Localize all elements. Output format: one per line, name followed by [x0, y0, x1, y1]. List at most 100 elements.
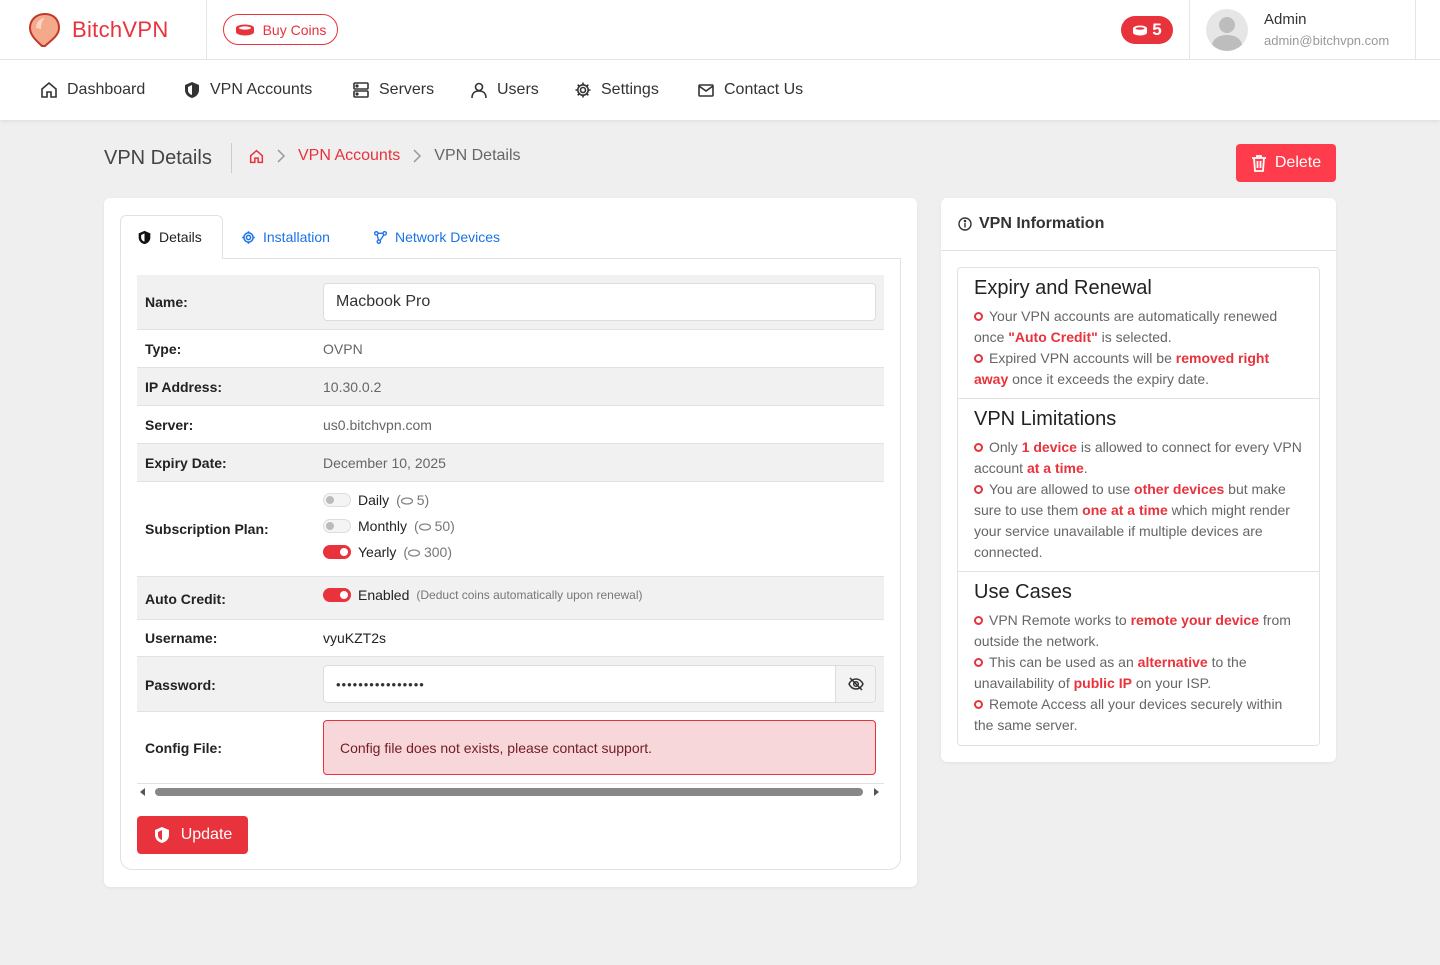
- plan-monthly-toggle[interactable]: [323, 519, 351, 533]
- info-item: You are allowed to use other devices but…: [974, 481, 1290, 560]
- expiry-value: December 10, 2025: [323, 455, 446, 471]
- nav-contact-us[interactable]: Contact Us: [697, 60, 803, 120]
- table-row-password: Password: ••••••••••••••••: [137, 657, 884, 712]
- username-value: vyuKZT2s: [323, 630, 387, 646]
- plan-daily[interactable]: Daily ( 5): [323, 492, 429, 508]
- tab-network-devices[interactable]: Network Devices: [357, 215, 516, 259]
- nav-settings[interactable]: Settings: [574, 60, 659, 120]
- brand[interactable]: BitchVPN: [28, 12, 169, 48]
- info-item: Your VPN accounts are automatically rene…: [974, 308, 1278, 345]
- table-row-type: Type: OVPN: [137, 330, 884, 368]
- server-value: us0.bitchvpn.com: [323, 417, 432, 433]
- plan-price: ( 50): [414, 518, 455, 534]
- nav-label: Servers: [379, 81, 435, 98]
- bullet-icon: [974, 700, 983, 709]
- tab-details[interactable]: Details: [120, 215, 223, 259]
- divider: [231, 143, 232, 173]
- brand-name: BitchVPN: [72, 17, 169, 42]
- plan-yearly-toggle[interactable]: [323, 545, 351, 559]
- nav-vpn-accounts[interactable]: VPN Accounts: [183, 60, 312, 120]
- table-row-server: Server: us0.bitchvpn.com: [137, 406, 884, 444]
- eye-slash-icon: [847, 677, 864, 691]
- delete-label: Delete: [1274, 154, 1322, 171]
- breadcrumb-vpn-accounts[interactable]: VPN Accounts: [298, 147, 400, 165]
- user-icon: [471, 82, 487, 99]
- delete-button[interactable]: Delete: [1236, 144, 1336, 182]
- home-icon[interactable]: [249, 149, 264, 164]
- section-heading: Expiry and Renewal: [974, 277, 1152, 299]
- home-icon: [41, 81, 57, 98]
- tab-label: Installation: [263, 229, 330, 245]
- info-section-limitations: VPN Limitations Only 1 device is allowed…: [958, 408, 1319, 563]
- tab-label: Details: [159, 229, 202, 245]
- field-label: Password:: [145, 677, 216, 693]
- table-row-plan: Subscription Plan: Daily ( 5) Monthly ( …: [137, 482, 884, 577]
- coin-balance-badge[interactable]: 5: [1121, 16, 1173, 44]
- table-row-username: Username: vyuKZT2s: [137, 620, 884, 657]
- network-icon: [374, 230, 387, 244]
- nav-label: Contact Us: [724, 81, 804, 98]
- scroll-thumb[interactable]: [155, 788, 863, 796]
- vpn-info-header: VPN Information: [941, 198, 1336, 251]
- nav-users[interactable]: Users: [470, 60, 539, 120]
- password-value: ••••••••••••••••: [336, 676, 425, 692]
- info-section-expiry: Expiry and Renewal Your VPN accounts are…: [958, 277, 1319, 390]
- plan-name: Monthly: [358, 518, 408, 534]
- auto-credit-control[interactable]: Enabled (Deduct coins automatically upon…: [323, 587, 643, 603]
- coins-icon: [418, 523, 431, 531]
- main-nav: Dashboard VPN Accounts Servers Users Set…: [0, 60, 1440, 120]
- buy-coins-label: Buy Coins: [262, 21, 327, 38]
- section-heading: VPN Limitations: [974, 408, 1117, 430]
- auto-credit-value: Enabled: [358, 587, 410, 603]
- shield-icon: [138, 230, 151, 244]
- nav-servers[interactable]: Servers: [352, 60, 434, 120]
- info-box: Expiry and Renewal Your VPN accounts are…: [957, 267, 1320, 746]
- user-email: admin@bitchvpn.com: [1264, 33, 1390, 48]
- password-input[interactable]: ••••••••••••••••: [323, 665, 876, 703]
- divider: [958, 571, 1319, 572]
- auto-credit-note: (Deduct coins automatically upon renewal…: [416, 588, 643, 602]
- field-label: Type:: [145, 341, 182, 357]
- plan-price: ( 300): [403, 544, 452, 560]
- plan-yearly[interactable]: Yearly ( 300): [323, 544, 452, 560]
- update-button[interactable]: Update: [137, 816, 248, 854]
- tab-installation[interactable]: Installation: [225, 215, 346, 259]
- table-row-ip: IP Address: 10.30.0.2: [137, 368, 884, 406]
- scroll-left-icon[interactable]: [140, 788, 146, 796]
- table-row-config: Config File: Config file does not exists…: [137, 712, 884, 784]
- tab-label: Network Devices: [395, 229, 501, 245]
- vpn-info-card: VPN Information Expiry and Renewal Your …: [941, 198, 1336, 762]
- divider: [206, 0, 207, 60]
- plan-name: Daily: [358, 492, 390, 508]
- info-item: This can be used as an alternative to th…: [974, 654, 1247, 691]
- name-input[interactable]: Macbook Pro: [323, 283, 876, 321]
- nav-label: Dashboard: [67, 81, 146, 98]
- toggle-password-button[interactable]: [835, 666, 875, 702]
- bullet-icon: [974, 616, 983, 625]
- plan-name: Yearly: [358, 544, 397, 560]
- auto-credit-toggle[interactable]: [323, 588, 351, 602]
- bullet-icon: [974, 485, 983, 494]
- field-label: Expiry Date:: [145, 455, 227, 471]
- plan-monthly[interactable]: Monthly ( 50): [323, 518, 455, 534]
- plan-daily-toggle[interactable]: [323, 493, 351, 507]
- user-name: Admin: [1264, 11, 1307, 28]
- horizontal-scrollbar[interactable]: [136, 784, 884, 800]
- field-label: Name:: [145, 294, 188, 310]
- logo-icon: [28, 12, 61, 47]
- ip-value: 10.30.0.2: [323, 379, 382, 395]
- server-icon: [353, 82, 369, 98]
- coin-count: 5: [1152, 20, 1162, 39]
- bullet-icon: [974, 312, 983, 321]
- scroll-right-icon[interactable]: [873, 788, 879, 796]
- nav-dashboard[interactable]: Dashboard: [40, 60, 145, 120]
- buy-coins-button[interactable]: Buy Coins: [223, 14, 338, 45]
- coins-icon: [407, 549, 421, 557]
- avatar[interactable]: [1206, 9, 1248, 51]
- info-icon: [958, 217, 972, 231]
- section-heading: Use Cases: [974, 581, 1072, 603]
- table-row-auto-credit: Auto Credit: Enabled (Deduct coins autom…: [137, 577, 884, 620]
- breadcrumb-current: VPN Details: [434, 147, 521, 164]
- divider: [958, 398, 1319, 399]
- table-row-name: Name: Macbook Pro: [137, 275, 884, 330]
